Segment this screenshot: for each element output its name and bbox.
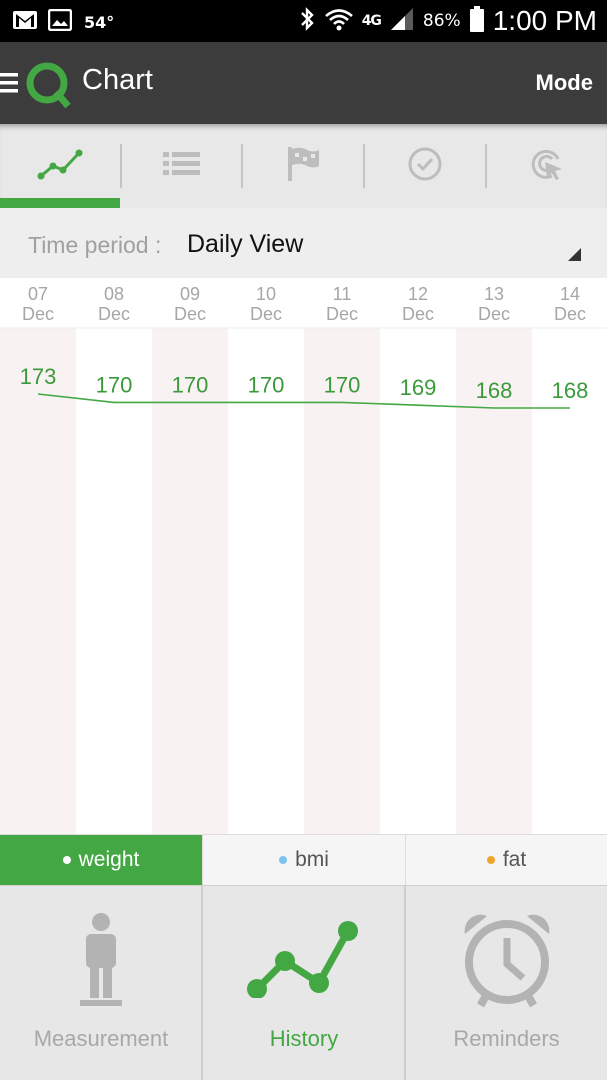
x-tick-day: 08: [104, 284, 124, 304]
metric-tab-weight[interactable]: weight: [0, 835, 202, 885]
nav-label: Measurement: [33, 1026, 169, 1051]
chart-column-stripe: [0, 328, 76, 834]
temperature-text: 54°: [84, 12, 115, 32]
x-tick-month: Dec: [98, 304, 130, 324]
flag-icon: [285, 145, 321, 187]
battery-icon: [469, 5, 485, 37]
bmi-dot-icon: [279, 856, 288, 864]
dropdown-arrow-icon: [568, 248, 581, 261]
x-tick-month: Dec: [250, 304, 282, 324]
chart-canvas: 07Dec08Dec09Dec10Dec11Dec12Dec13Dec14Dec…: [0, 278, 607, 834]
data-value-label: 170: [248, 372, 285, 397]
metric-tabs: weight bmi fat: [0, 834, 607, 885]
metric-tab-fat[interactable]: fat: [405, 835, 607, 885]
chart-column-stripe: [152, 328, 228, 834]
x-tick-day: 10: [256, 284, 276, 304]
network-type-text: 4G: [361, 13, 382, 29]
active-tab-indicator: [0, 198, 120, 208]
x-tick-month: Dec: [478, 304, 510, 324]
x-tick-month: Dec: [22, 304, 54, 324]
data-value-label: 170: [96, 372, 133, 397]
x-tick-day: 12: [408, 284, 428, 304]
x-tick-day: 13: [484, 284, 504, 304]
data-value-label: 168: [552, 378, 589, 403]
clock-text: 1:00 PM: [492, 5, 597, 36]
nav-history[interactable]: History: [203, 886, 405, 1080]
bottom-navigation: Measurement History Reminders: [0, 885, 607, 1080]
x-tick-day: 14: [560, 284, 580, 304]
tab-target[interactable]: [486, 124, 607, 208]
data-value-label: 169: [400, 375, 437, 400]
person-scale-icon: [80, 908, 122, 1012]
x-tick-month: Dec: [554, 304, 586, 324]
app-title: Chart: [82, 64, 153, 96]
tab-goals[interactable]: [242, 124, 363, 208]
app-bar: Chart Mode: [0, 42, 607, 124]
time-period-label: Time period :: [28, 232, 162, 258]
weight-dot-icon: [62, 856, 71, 864]
hamburger-menu-icon[interactable]: [0, 72, 18, 94]
metric-tab-bmi[interactable]: bmi: [202, 835, 405, 885]
app-logo-icon: [26, 60, 72, 109]
signal-icon: [389, 6, 415, 36]
target-cursor-icon: [528, 145, 566, 187]
nav-reminders[interactable]: Reminders: [406, 886, 607, 1080]
metric-tab-label: bmi: [295, 848, 329, 871]
tab-list[interactable]: [121, 124, 242, 208]
gallery-icon: [47, 8, 73, 35]
weight-chart[interactable]: 07 Dec 08 Dec 09 Dec 10 Dec 11 Dec 12 Dec 13 Dec 14 Dec…: [0, 278, 607, 834]
chart-column-stripe: [532, 328, 607, 834]
nav-measurement[interactable]: Measurement: [0, 886, 202, 1080]
chart-tab-strip: [0, 124, 607, 208]
gmail-icon: [12, 9, 38, 35]
chart-date-header: [0, 278, 607, 328]
mode-button[interactable]: Mode: [536, 70, 593, 96]
metric-tab-label: weight: [78, 848, 140, 871]
x-tick-month: Dec: [174, 304, 206, 324]
nav-label: History: [269, 1026, 339, 1051]
chart-column-stripe: [76, 328, 152, 834]
alarm-clock-icon: [461, 912, 553, 1012]
time-period-selector[interactable]: Time period : Daily View: [0, 208, 607, 278]
status-bar: 54° 4G 86% 1:00 PM: [0, 0, 607, 42]
time-period-value: Daily View: [187, 230, 304, 258]
list-icon: [162, 150, 201, 182]
history-chart-icon: [243, 908, 368, 1002]
tab-chart[interactable]: [0, 124, 121, 208]
tab-check[interactable]: [364, 124, 485, 208]
data-value-label: 168: [476, 378, 513, 403]
nav-label: Reminders: [453, 1026, 560, 1051]
wifi-icon: [324, 6, 354, 36]
x-tick-day: 07: [28, 284, 48, 304]
chart-column-stripe: [456, 328, 532, 834]
data-value-label: 170: [324, 372, 361, 397]
data-value-label: 173: [20, 364, 57, 389]
data-value-label: 170: [172, 372, 209, 397]
fat-dot-icon: [486, 856, 495, 864]
chart-column-stripe: [228, 328, 304, 834]
x-tick-month: Dec: [326, 304, 358, 324]
metric-tab-label: fat: [502, 848, 527, 871]
x-tick-day: 09: [180, 284, 200, 304]
battery-percent-text: 86%: [422, 11, 461, 31]
x-tick-day: 11: [333, 284, 352, 304]
bluetooth-icon: [298, 6, 316, 36]
check-circle-icon: [407, 146, 443, 186]
x-tick-month: Dec: [402, 304, 434, 324]
line-chart-icon: [36, 146, 86, 186]
